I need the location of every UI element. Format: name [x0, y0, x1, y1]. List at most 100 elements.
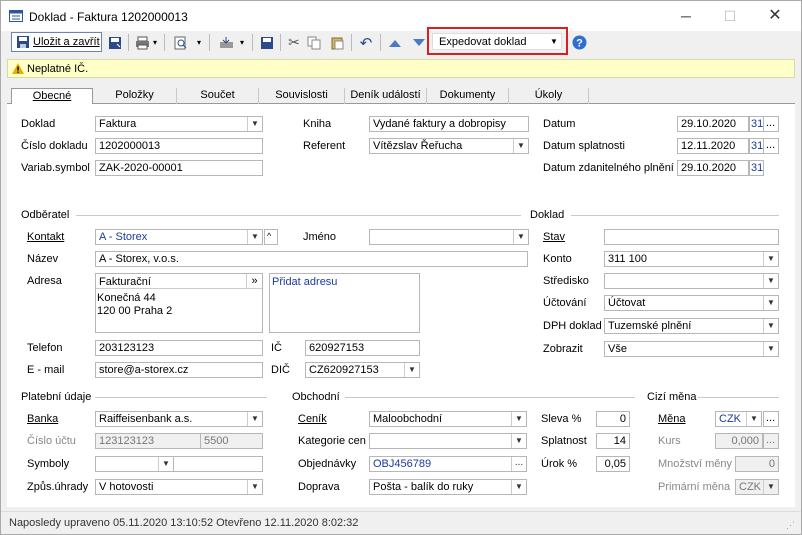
- chevron-down-icon[interactable]: ▼: [513, 230, 528, 244]
- calendar-icon[interactable]: 31: [749, 138, 764, 154]
- email-field[interactable]: store@a-storex.cz: [95, 362, 263, 378]
- datum-splatnosti-field[interactable]: 12.11.2020: [677, 138, 749, 154]
- variabilni-symbol-field[interactable]: ZAK-2020-00001: [95, 160, 263, 176]
- tab-tasks[interactable]: Úkoly: [509, 88, 589, 104]
- save-close-button[interactable]: Uložit a zavřít: [11, 32, 102, 52]
- chevron-down-icon[interactable]: ▼: [247, 230, 262, 244]
- minimize-icon[interactable]: ─: [669, 5, 703, 27]
- tab-items[interactable]: Položky: [93, 88, 177, 104]
- expedite-dropdown[interactable]: Expedovat doklad ▼: [432, 33, 562, 50]
- zpusob-uhrady-select[interactable]: V hotovosti ▼: [95, 479, 263, 495]
- export-dropdown-icon[interactable]: ▾: [238, 34, 246, 51]
- preview-icon[interactable]: [171, 34, 189, 51]
- field-label: Středisko: [543, 275, 589, 287]
- chevron-down-icon[interactable]: ▼: [247, 412, 262, 426]
- save-icon[interactable]: [106, 34, 124, 51]
- cenik-select[interactable]: Maloobchodní ▼: [369, 411, 527, 427]
- chevron-down-icon[interactable]: ▼: [763, 319, 778, 333]
- calendar-icon[interactable]: 31: [749, 160, 764, 176]
- value-text: Maloobchodní: [373, 413, 443, 425]
- symboly-select[interactable]: ▼: [95, 456, 174, 472]
- field-label: Variab.symbol: [21, 162, 90, 174]
- close-icon[interactable]: ✕: [758, 5, 792, 27]
- export-icon[interactable]: [217, 34, 235, 51]
- chevron-down-icon[interactable]: ▼: [511, 480, 526, 494]
- kategorie-cen-select[interactable]: ▼: [369, 433, 527, 449]
- chevron-down-icon[interactable]: ▼: [247, 117, 262, 131]
- help-icon[interactable]: ?: [570, 34, 588, 51]
- splatnost-field[interactable]: 14: [596, 433, 630, 449]
- field-label: Zobrazit: [543, 343, 583, 355]
- maximize-icon[interactable]: ☐: [713, 5, 747, 27]
- sleva-field[interactable]: 0: [596, 411, 630, 427]
- konto-select[interactable]: 311 100 ▼: [604, 251, 779, 267]
- calendar-icon[interactable]: 31: [749, 116, 764, 132]
- save-copy-icon[interactable]: [258, 34, 276, 51]
- undo-icon[interactable]: ↶: [357, 34, 375, 52]
- field-label: Číslo dokladu: [21, 140, 88, 152]
- value-text: Deník událostí: [350, 89, 421, 101]
- urok-field[interactable]: 0,05: [596, 456, 630, 472]
- uctovani-select[interactable]: Účtovat ▼: [604, 295, 779, 311]
- previous-icon[interactable]: [386, 34, 404, 51]
- zobrazit-select[interactable]: Vše ▼: [604, 341, 779, 357]
- chevron-down-icon[interactable]: ▼: [247, 480, 262, 494]
- adresa-box[interactable]: Fakturační » Konečná 44 120 00 Praha 2: [95, 273, 263, 333]
- doklad-select[interactable]: Faktura ▼: [95, 116, 263, 132]
- kontakt-select[interactable]: A - Storex ▼: [95, 229, 263, 245]
- chevron-down-icon[interactable]: ▼: [158, 457, 173, 471]
- pridat-adresu-link[interactable]: Přidat adresu: [272, 275, 337, 289]
- chevron-down-icon[interactable]: ▼: [763, 252, 778, 266]
- chevron-down-icon[interactable]: ▼: [763, 296, 778, 310]
- tab-documents[interactable]: Dokumenty: [427, 88, 509, 104]
- doprava-select[interactable]: Pošta - balík do ruky ▼: [369, 479, 527, 495]
- nazev-field[interactable]: A - Storex, v.o.s.: [95, 251, 528, 267]
- stav-field[interactable]: [604, 229, 779, 245]
- chevron-down-icon[interactable]: ▼: [763, 342, 778, 356]
- field-label: Množství měny: [658, 458, 732, 470]
- splatnost-more-button[interactable]: ...: [763, 138, 779, 154]
- chevron-down-icon[interactable]: ▼: [746, 412, 761, 426]
- print-dropdown-icon[interactable]: ▾: [151, 34, 159, 51]
- next-icon[interactable]: [410, 34, 428, 51]
- referent-select[interactable]: Vítězslav Řeřucha ▼: [369, 138, 529, 154]
- ic-field[interactable]: 620927153: [305, 340, 420, 356]
- tab-relations[interactable]: Souvislosti: [259, 88, 345, 104]
- kniha-field[interactable]: Vydané faktury a dobropisy: [369, 116, 529, 132]
- chevron-down-icon[interactable]: ▼: [763, 480, 778, 494]
- symboly-field[interactable]: [173, 456, 263, 472]
- save-close-label: Uložit a zavřít: [33, 36, 100, 48]
- chevron-down-icon[interactable]: ▼: [513, 139, 528, 153]
- banka-select[interactable]: Raiffeisenbank a.s. ▼: [95, 411, 263, 427]
- paste-icon[interactable]: [328, 34, 346, 51]
- objednavky-field[interactable]: OBJ456789...: [369, 456, 527, 472]
- jmeno-select[interactable]: ▼: [369, 229, 529, 245]
- telefon-field[interactable]: 203123123: [95, 340, 263, 356]
- duzp-field[interactable]: 29.10.2020: [677, 160, 749, 176]
- stredisko-select[interactable]: ▼: [604, 273, 779, 289]
- resize-grip-icon[interactable]: ⋰: [786, 518, 795, 532]
- chevron-down-icon[interactable]: ▼: [511, 434, 526, 448]
- chevron-down-icon[interactable]: ▼: [404, 363, 419, 377]
- tab-event-log[interactable]: Deník událostí: [345, 88, 427, 104]
- kontakt-up-button[interactable]: ^: [264, 229, 278, 245]
- copy-icon[interactable]: [305, 34, 323, 51]
- chevron-down-icon[interactable]: ▼: [511, 412, 526, 426]
- tab-sum[interactable]: Součet: [177, 88, 259, 104]
- pridat-adresu-box[interactable]: Přidat adresu: [269, 273, 420, 333]
- chevron-down-icon[interactable]: ...: [511, 457, 526, 471]
- print-icon[interactable]: [133, 34, 151, 51]
- datum-field[interactable]: 29.10.2020: [677, 116, 749, 132]
- dic-select[interactable]: CZ620927153 ▼: [305, 362, 420, 378]
- adresa-expand-button[interactable]: »: [246, 274, 262, 289]
- cislo-dokladu-field[interactable]: 1202000013: [95, 138, 263, 154]
- datum-more-button[interactable]: ...: [763, 116, 779, 132]
- mena-more-button[interactable]: ...: [763, 411, 779, 427]
- kod-banky-field: 5500: [200, 433, 263, 449]
- tab-general[interactable]: Obecné: [11, 88, 93, 104]
- chevron-down-icon[interactable]: ▼: [763, 274, 778, 288]
- preview-dropdown-icon[interactable]: ▾: [195, 34, 203, 51]
- mena-select[interactable]: CZK ▼: [715, 411, 762, 427]
- dph-doklad-select[interactable]: Tuzemské plnění ▼: [604, 318, 779, 334]
- cut-icon[interactable]: ✂: [285, 34, 303, 51]
